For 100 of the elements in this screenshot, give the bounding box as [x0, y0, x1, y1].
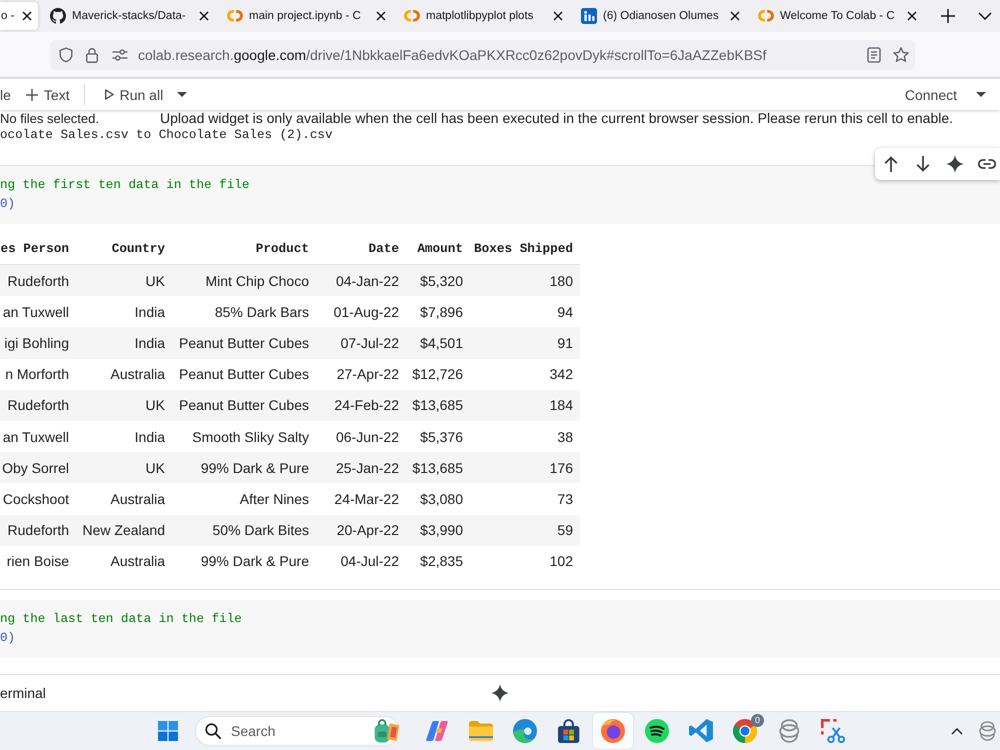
table-cell-text: rien Boise	[6, 552, 70, 572]
table-cell: 91	[470, 327, 580, 359]
table-cell-text: 04-Jul-22	[340, 552, 400, 572]
arrow-up-icon[interactable]	[882, 155, 900, 173]
close-icon[interactable]	[553, 11, 563, 21]
table-cell-text: 94	[556, 302, 574, 322]
notification-badge: 0	[751, 714, 764, 727]
close-icon[interactable]	[907, 11, 917, 21]
grid-icon[interactable]	[158, 721, 178, 741]
link-icon[interactable]	[978, 159, 996, 169]
caret-icon[interactable]	[976, 92, 986, 97]
table-cell: 24-Feb-22	[316, 390, 406, 421]
insert-button[interactable]: le	[0, 80, 11, 108]
connect-button[interactable]: Connect	[904, 80, 957, 108]
shield-icon[interactable]	[58, 46, 74, 62]
code-text: 0)	[0, 631, 16, 645]
plus-icon	[26, 88, 38, 100]
table-cell: Rudeforth	[0, 514, 76, 546]
taskbar-button[interactable]: 0	[725, 713, 765, 749]
table-cell-text: 85% Dark Bars	[214, 302, 310, 322]
code-cell[interactable]: ng the last ten data in the file 0)	[0, 600, 1000, 658]
run-all-button[interactable]: Run all	[104, 80, 164, 108]
panel-tab[interactable]: erminal	[0, 685, 46, 701]
table-cell: 25-Jan-22	[316, 452, 406, 484]
table-cell-text: Peanut Butter Cubes	[178, 365, 310, 384]
browser-tab[interactable]: (6) Odianosen Olumes	[573, 2, 746, 30]
table-cell: 99% Dark & Pure	[172, 452, 316, 484]
shopping-bag-icon	[558, 719, 580, 743]
browser-tab[interactable]: main project.ipynb - C	[219, 2, 392, 30]
file-status-text: No files selected.	[0, 110, 100, 126]
table-cell: 50% Dark Bites	[172, 514, 316, 546]
lock-icon[interactable]	[85, 46, 99, 62]
rings-icon	[778, 719, 800, 743]
sliders-icon[interactable]	[112, 48, 128, 60]
sound-waves-icon	[645, 719, 669, 743]
backpack-icon[interactable]	[374, 719, 401, 743]
table-cell: UK	[76, 265, 172, 296]
rings-logo-icon	[227, 10, 243, 22]
chevron-up-icon[interactable]	[951, 728, 963, 734]
cat-logo-icon	[50, 8, 66, 24]
table-cell: UK	[76, 390, 172, 421]
browser-tab[interactable]: Maverick-stacks/Data-	[42, 2, 215, 30]
table-cell-text: Australia	[110, 365, 166, 384]
browser-tab[interactable]: matplotlibpyplot plots	[396, 2, 569, 30]
table-cell: New Zealand	[76, 514, 172, 546]
close-icon[interactable]	[22, 11, 32, 21]
close-icon[interactable]	[199, 11, 209, 21]
table-cell: 184	[470, 390, 580, 421]
sparkle-icon[interactable]	[946, 155, 964, 173]
comment-text: ng the last ten data in the file	[0, 612, 242, 626]
rings-logo-icon	[758, 10, 774, 22]
url-text: colab.research.google.com/drive/1NbkkaelFa6edvKOaPKXRcc0z62povDyk#scrollTo=6JaAZZebKBSf	[138, 46, 766, 62]
table-cell-text: Australia	[110, 552, 166, 572]
table-cell-text: 06-Jun-22	[334, 428, 400, 447]
table-cell-text: $12,726	[411, 365, 464, 384]
table-cell-text: 73	[556, 490, 574, 509]
fox-globe-icon	[601, 719, 625, 743]
wheel-logo-icon	[733, 719, 757, 743]
plus-icon[interactable]	[941, 9, 955, 23]
rings-icon[interactable]	[979, 721, 996, 741]
star-icon[interactable]	[893, 46, 909, 62]
table-cell: Oby Sorrel	[0, 452, 76, 484]
table-cell-text: 342	[548, 365, 574, 384]
table-cell-text: India	[134, 428, 166, 447]
search-field[interactable]: Search	[195, 716, 400, 746]
table-cell: $13,685	[406, 390, 470, 421]
table-cell-text: $2,835	[419, 552, 464, 572]
play-icon	[104, 89, 114, 100]
page-icon[interactable]	[867, 46, 881, 62]
close-icon[interactable]	[730, 11, 740, 21]
browser-tab[interactable]: o -	[0, 2, 38, 30]
table-cell: Rudeforth	[0, 390, 76, 421]
table-cell: 176	[470, 452, 580, 484]
table-cell: $13,685	[406, 452, 470, 484]
chevron-down-icon[interactable]	[978, 12, 992, 20]
output-text: ocolate Sales.csv to Chocolate Sales (2).csv	[0, 128, 333, 142]
table-cell: $4,501	[406, 327, 470, 359]
sparkle-icon[interactable]	[491, 684, 509, 702]
code-cell[interactable]: ng the first ten data in the file 0)	[0, 166, 1000, 224]
insert-button[interactable]: Text	[26, 80, 70, 108]
address-field[interactable]: colab.research.google.com/drive/1NbkkaelFa6edvKOaPKXRcc0z62povDyk#scrollTo=6JaAZZebKBSf	[50, 40, 915, 70]
table-cell: $5,320	[406, 265, 470, 296]
table-cell-text: After Nines	[238, 490, 310, 509]
square-logo-icon	[581, 8, 597, 24]
notice-text: Upload widget is only available when the cell has been executed in the current browser session. Please rerun this cell to enable.	[160, 110, 954, 126]
arrow-down-icon[interactable]	[914, 155, 932, 173]
comment-text: ng the first ten data in the file	[0, 178, 250, 192]
folder-icon	[469, 720, 493, 742]
caret-icon[interactable]	[177, 92, 188, 97]
close-icon[interactable]	[376, 11, 386, 21]
table-cell: Rudeforth	[0, 265, 76, 296]
table-cell-text: 99% Dark & Pure	[200, 552, 310, 572]
table-cell: 59	[470, 514, 580, 546]
table-cell-text: Australia	[110, 490, 166, 509]
table-cell-text: 24-Mar-22	[333, 490, 400, 509]
wave-globe-icon	[513, 719, 537, 743]
table-cell-text: India	[134, 302, 166, 322]
table-cell: India	[76, 327, 172, 359]
browser-tab[interactable]: Welcome To Colab - C	[750, 2, 923, 30]
table-cell-text: an Tuxwell	[2, 302, 70, 322]
